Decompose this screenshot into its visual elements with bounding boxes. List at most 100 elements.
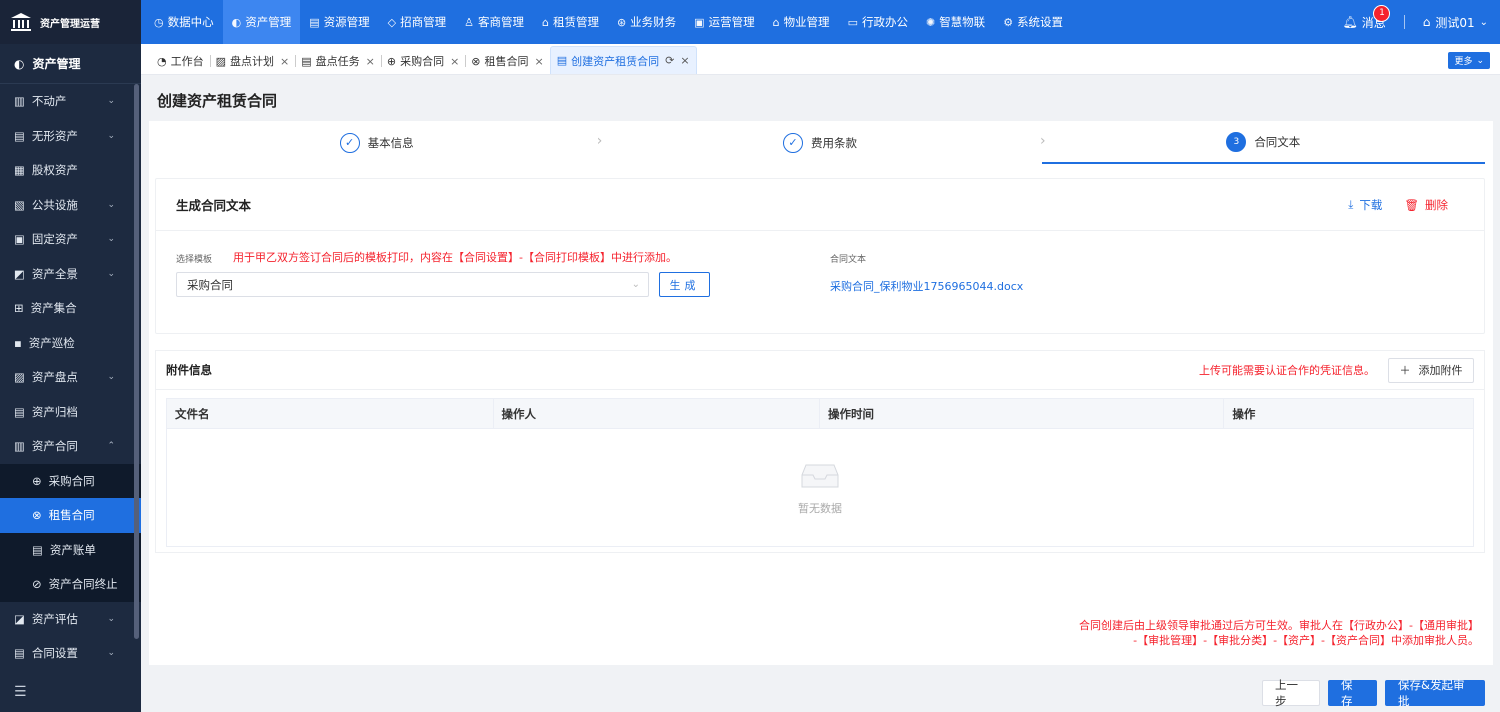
contract-text-label: 合同文本 bbox=[830, 255, 867, 265]
sidebar-item-label: 资产巡检 bbox=[28, 335, 75, 350]
inspect-icon: ▪ bbox=[14, 335, 22, 350]
sidebar-item[interactable]: ▦ 股权资产 bbox=[0, 153, 141, 188]
sidebar-item-label: 无形资产 bbox=[31, 128, 78, 143]
topnav-label: 客商管理 bbox=[477, 15, 524, 29]
step-label: 费用条款 bbox=[810, 135, 857, 150]
collapse-menu-icon[interactable]: ☰ bbox=[14, 684, 27, 700]
sidebar: ◐ 资产管理 ▥ 不动产 ⌄ ▤ 无形资产 ⌄ ▦ 股权资产 ▧ 公共设施 ⌄ ▣ 固定资产 ⌄ ◩ 资产全景… bbox=[0, 44, 141, 712]
more-label: 更多 bbox=[1454, 57, 1473, 67]
sidebar-item[interactable]: ▣ 固定资产 ⌄ bbox=[0, 222, 141, 257]
sidebar-item[interactable]: ▤ 资产归档 bbox=[0, 395, 141, 430]
dashboard-icon: ◔ bbox=[157, 54, 167, 68]
topnav-item[interactable]: ▤ 资源管理 bbox=[300, 0, 378, 44]
generate-header: 生成合同文本 ⤓ 下载 🗑︎ 删除 bbox=[156, 179, 1484, 231]
tab-label: 创建资产租赁合同 bbox=[571, 54, 660, 68]
grid-icon: ⊞ bbox=[14, 301, 24, 316]
monitor-icon: ▭ bbox=[847, 15, 858, 29]
tab[interactable]: ▨ 盘点计划 × bbox=[209, 48, 296, 74]
close-icon[interactable]: × bbox=[535, 55, 544, 68]
chart-icon: ▣ bbox=[694, 15, 705, 29]
chevron-icon: ⌃ bbox=[107, 441, 115, 452]
user-menu[interactable]: ⌂ 测试01 ⌄ bbox=[1423, 14, 1488, 31]
submenu-item[interactable]: ⊘ 资产合同终止 bbox=[0, 567, 141, 602]
tab[interactable]: ⊕ 采购合同 × bbox=[380, 48, 465, 74]
submenu-item[interactable]: ▤ 资产账单 bbox=[0, 533, 141, 568]
close-icon[interactable]: × bbox=[680, 54, 689, 67]
save-submit-approval-button[interactable]: 保存&发起审批 bbox=[1385, 678, 1485, 708]
topnav-item[interactable]: ♙ 客商管理 bbox=[455, 0, 533, 44]
step: ✓ 费用条款 › bbox=[598, 121, 1046, 164]
tab-label: 工作台 bbox=[170, 55, 204, 68]
tab[interactable]: ◔ 工作台 bbox=[151, 48, 210, 74]
sidebar-item[interactable]: ◪ 资产评估 ⌄ bbox=[0, 602, 141, 637]
topnav-item[interactable]: ◇ 招商管理 bbox=[379, 0, 455, 44]
submenu-item[interactable]: ⊕ 采购合同 bbox=[0, 464, 141, 499]
messages-button[interactable]: 🔔︎ 消息 1 bbox=[1342, 4, 1391, 31]
topnav-label: 资产管理 bbox=[245, 15, 292, 29]
sidebar-item-label: 资产集合 bbox=[30, 301, 77, 316]
template-hint: 用于甲乙双方签订合同后的模板打印，内容在【合同设置】-【合同打印模板】中进行添加… bbox=[233, 251, 677, 264]
topnav-item[interactable]: ◐ 资产管理 bbox=[222, 0, 301, 44]
tab[interactable]: ▤ 盘点任务 × bbox=[295, 48, 381, 74]
topnav-item[interactable]: ▣ 运营管理 bbox=[685, 0, 763, 44]
topnav-label: 业务财务 bbox=[630, 15, 677, 29]
download-button[interactable]: ⤓ 下载 bbox=[1348, 197, 1382, 213]
contract-file-link[interactable]: 采购合同_保利物业1756965044.docx bbox=[830, 278, 1023, 294]
sidebar-header[interactable]: ◐ 资产管理 bbox=[0, 44, 141, 84]
form-icon: ▤ bbox=[556, 54, 568, 67]
step-label: 基本信息 bbox=[367, 135, 414, 150]
sidebar-item-label: 资产合同 bbox=[31, 439, 78, 454]
prev-step-button[interactable]: 上一步 bbox=[1262, 678, 1320, 708]
sidebar-item-label: 资产评估 bbox=[31, 611, 78, 626]
sidebar-item[interactable]: ◩ 资产全景 ⌄ bbox=[0, 257, 141, 292]
chevron-icon: ⌄ bbox=[107, 648, 115, 659]
settings-icon: ⚙ bbox=[1003, 15, 1014, 29]
close-icon[interactable]: × bbox=[450, 55, 459, 68]
sidebar-scrollbar[interactable] bbox=[134, 84, 139, 639]
chevron-icon: ⌄ bbox=[107, 96, 115, 107]
step: ✓ 基本信息 › bbox=[155, 121, 602, 164]
submenu-item[interactable]: ⊗ 租售合同 bbox=[0, 498, 141, 533]
topnav-label: 数据中心 bbox=[167, 15, 214, 29]
close-icon[interactable]: × bbox=[280, 55, 289, 68]
refresh-icon[interactable]: ⟳ bbox=[665, 54, 674, 67]
sidebar-item[interactable]: ▨ 资产盘点 ⌄ bbox=[0, 360, 141, 395]
topnav-item[interactable]: ✺ 智慧物联 bbox=[917, 0, 994, 44]
step: 3 合同文本 bbox=[1041, 121, 1485, 164]
delete-button[interactable]: 🗑︎ 删除 bbox=[1404, 197, 1448, 213]
sidebar-item[interactable]: ▧ 公共设施 ⌄ bbox=[0, 188, 141, 223]
save-button[interactable]: 保存 bbox=[1328, 678, 1377, 708]
sidebar-item[interactable]: ▤ 合同设置 ⌄ bbox=[0, 636, 141, 671]
chevron-icon: ⌄ bbox=[107, 130, 115, 141]
topnav-item[interactable]: ◷ 数据中心 bbox=[145, 0, 223, 44]
sidebar-item[interactable]: ⊞ 资产集合 bbox=[0, 291, 141, 326]
close-icon[interactable]: × bbox=[366, 55, 375, 68]
users-icon: ♙ bbox=[464, 15, 474, 29]
top-bar: 资产管理运营 ◷ 数据中心 ◐ 资产管理 ▤ 资源管理 ◇ 招商管理 ♙ 客商管理 ⌂ 租赁管理 ⊛ 业务… bbox=[0, 0, 1500, 44]
more-tabs-button[interactable]: 更多 ⌄ bbox=[1448, 52, 1490, 69]
template-select[interactable]: 采购合同 ⌄ bbox=[176, 272, 649, 297]
topnav-item[interactable]: ⚙ 系统设置 bbox=[994, 0, 1072, 44]
building-icon: ▤ bbox=[309, 15, 320, 29]
sidebar-item[interactable]: ▤ 无形资产 ⌄ bbox=[0, 119, 141, 154]
generate-button[interactable]: 生成 bbox=[659, 272, 710, 297]
sidebar-item[interactable]: ▪ 资产巡检 bbox=[0, 326, 141, 361]
column-header: 文件名 bbox=[167, 399, 494, 428]
attachments-table: 文件名 操作人 操作时间 操作 暂无数据 bbox=[166, 398, 1474, 547]
attachments-hint: 上传可能需要认证合作的凭证信息。 bbox=[1199, 364, 1375, 377]
sidebar-item[interactable]: ▥ 资产合同 ⌃ bbox=[0, 429, 141, 464]
topnav-item[interactable]: ⊛ 业务财务 bbox=[608, 0, 685, 44]
add-attachment-button[interactable]: ＋ 添加附件 bbox=[1388, 357, 1474, 383]
plus-icon: ＋ bbox=[1399, 364, 1411, 377]
empty-box-icon bbox=[800, 461, 840, 492]
submenu-item-label: 资产合同终止 bbox=[48, 577, 118, 592]
brand[interactable]: 资产管理运营 bbox=[0, 0, 141, 44]
sidebar-item[interactable]: ▥ 不动产 ⌄ bbox=[0, 84, 141, 119]
topnav-item[interactable]: ▭ 行政办公 bbox=[839, 0, 917, 44]
tab[interactable]: ▤ 创建资产租赁合同 ⟳ × bbox=[549, 46, 697, 74]
download-label: 下载 bbox=[1359, 197, 1383, 212]
tab[interactable]: ⊗ 租售合同 × bbox=[465, 48, 549, 74]
topnav-item[interactable]: ⌂ 租赁管理 bbox=[533, 0, 608, 44]
building-icon: ▥ bbox=[14, 94, 25, 109]
topnav-item[interactable]: ⌂ 物业管理 bbox=[764, 0, 839, 44]
